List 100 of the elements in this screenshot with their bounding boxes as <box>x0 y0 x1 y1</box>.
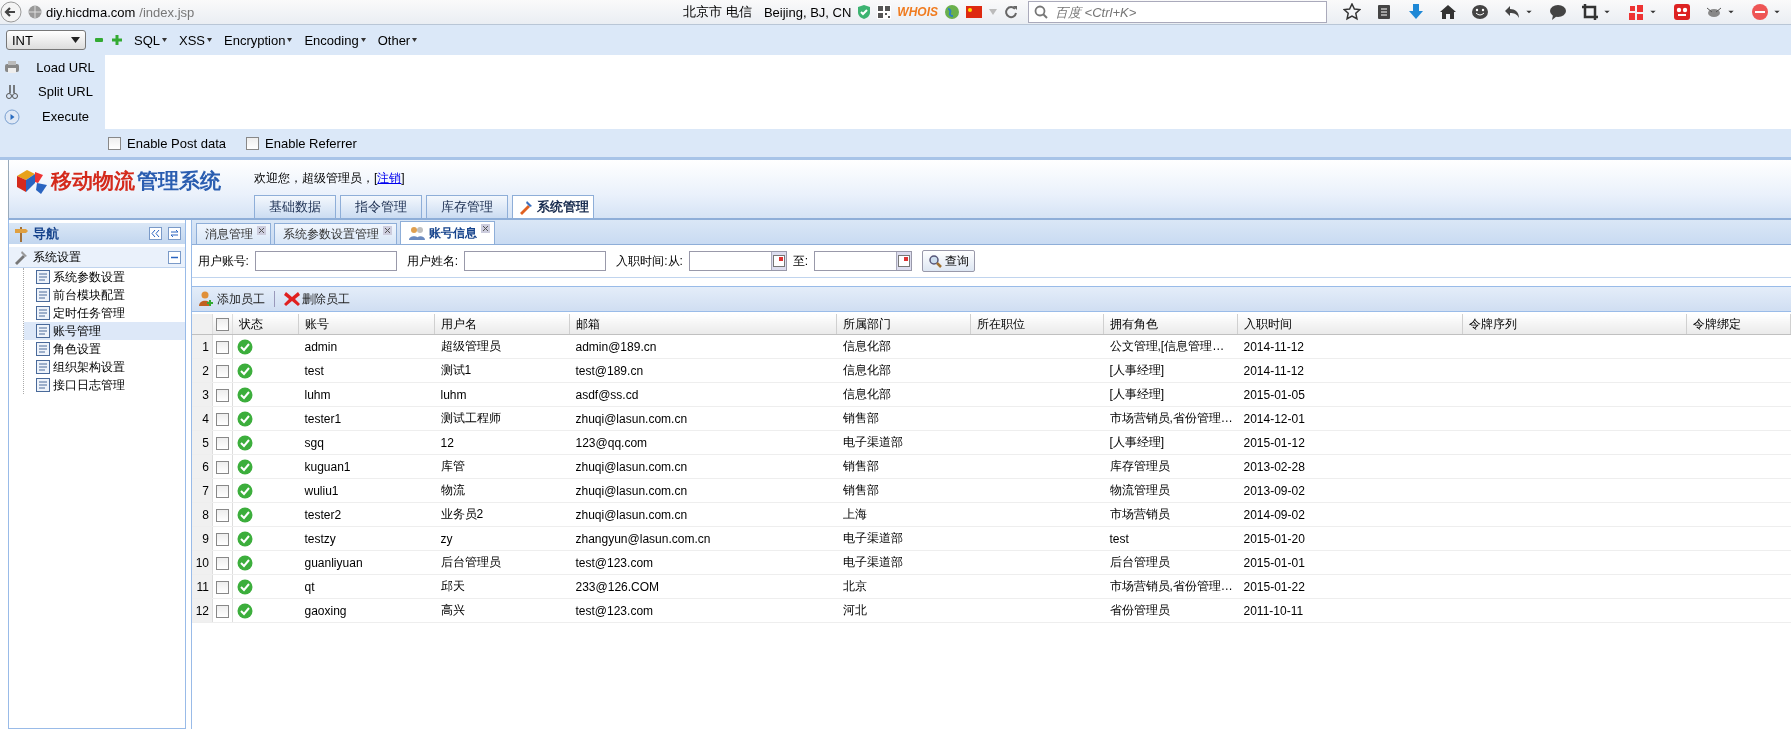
search-field[interactable]: 百度 <Ctrl+K> <box>1028 1 1327 23</box>
tab[interactable]: 系统参数设置管理 <box>273 223 397 244</box>
reload-icon[interactable] <box>1004 5 1018 19</box>
checkbox-label[interactable]: Enable Post data <box>127 135 227 151</box>
column-header[interactable]: 入职时间 <box>1237 314 1463 335</box>
column-header[interactable]: 令牌绑定 <box>1686 314 1791 335</box>
menu-button[interactable]: Other <box>377 32 418 48</box>
row-checkbox[interactable] <box>216 388 229 402</box>
checkbox[interactable] <box>246 136 260 150</box>
action-button[interactable]: Load URL <box>26 57 105 77</box>
column-header[interactable]: 拥有角色 <box>1103 314 1238 335</box>
nav-item[interactable]: 前台模块配置 <box>24 286 185 304</box>
account-field[interactable] <box>254 251 397 271</box>
row-checkbox[interactable] <box>216 580 229 594</box>
list-icon <box>36 324 50 338</box>
logout-link[interactable]: 注销 <box>377 171 402 185</box>
column-header[interactable]: 账号 <box>298 314 435 335</box>
column-header[interactable]: 令牌序列 <box>1462 314 1687 335</box>
top-tab[interactable]: 基础数据 <box>254 195 336 218</box>
menu-button[interactable]: Encoding <box>304 32 366 48</box>
row-checkbox[interactable] <box>216 436 229 450</box>
menu-button[interactable]: SQL <box>134 32 167 48</box>
row-checkbox[interactable] <box>216 340 229 354</box>
table-cell: zhuqi@lasun.com.cn <box>569 502 837 527</box>
table-cell: 库存管理员 <box>1103 454 1238 479</box>
menu-button[interactable]: XSS <box>179 32 213 48</box>
plus-icon[interactable] <box>112 35 122 45</box>
checkbox[interactable] <box>108 136 121 150</box>
clipboard-icon[interactable] <box>1375 3 1393 21</box>
table-cell: luhm <box>298 382 435 407</box>
row-checkbox[interactable] <box>216 484 229 498</box>
close-icon[interactable] <box>480 224 490 233</box>
top-tab[interactable]: 指令管理 <box>340 195 422 218</box>
nav-item[interactable]: 接口日志管理 <box>24 376 185 394</box>
tab[interactable]: 消息管理 <box>195 223 271 244</box>
row-number: 11 <box>191 574 213 599</box>
table-cell: testzy <box>298 526 435 551</box>
row-checkbox[interactable] <box>216 412 229 426</box>
table-cell: zhuqi@lasun.com.cn <box>569 478 837 503</box>
row-checkbox[interactable] <box>216 532 229 546</box>
column-header[interactable]: 所在职位 <box>970 314 1104 335</box>
checkbox-label[interactable]: Enable Referrer <box>265 135 357 151</box>
row-checkbox[interactable] <box>216 556 229 570</box>
close-icon[interactable] <box>256 226 266 235</box>
crop-icon[interactable] <box>1581 3 1599 21</box>
speech-bubble-icon[interactable] <box>1549 3 1567 21</box>
calendar-icon[interactable] <box>898 255 911 267</box>
name-field[interactable] <box>464 251 607 271</box>
row-number: 5 <box>191 430 213 455</box>
users-icon <box>408 226 425 240</box>
nav-item[interactable]: 角色设置 <box>24 340 185 358</box>
toolbar-button[interactable]: 添加员工 <box>195 289 268 309</box>
table-cell: 信息化部 <box>836 382 971 407</box>
home-icon[interactable] <box>1439 3 1457 21</box>
column-header[interactable]: 状态 <box>232 314 299 335</box>
table-cell: 2014-11-12 <box>1237 334 1463 359</box>
date-field[interactable] <box>814 251 913 271</box>
refresh-button[interactable] <box>167 227 181 240</box>
minus-icon[interactable] <box>94 35 104 45</box>
top-tab[interactable]: 库存管理 <box>426 195 508 218</box>
collapse-button[interactable] <box>148 227 162 240</box>
menu-button[interactable]: Encryption <box>224 32 293 48</box>
nav-item[interactable]: 账号管理 <box>24 322 185 340</box>
row-checkbox[interactable] <box>216 604 229 618</box>
row-checkbox[interactable] <box>216 508 229 522</box>
qr-code-icon <box>877 5 892 19</box>
type-dropdown[interactable]: INT <box>6 30 86 50</box>
tab[interactable]: 账号信息 <box>399 221 495 244</box>
nav-item[interactable]: 定时任务管理 <box>24 304 185 322</box>
top-tab[interactable]: 系统管理 <box>512 195 594 218</box>
smiley-icon[interactable] <box>1471 3 1489 21</box>
table-cell: zhangyun@lasun.com.cn <box>569 526 837 551</box>
star-icon[interactable] <box>1343 3 1361 21</box>
date-field[interactable] <box>688 251 787 271</box>
row-checkbox[interactable] <box>216 460 229 474</box>
select-all-checkbox[interactable] <box>216 318 229 332</box>
caret-icon <box>360 38 366 42</box>
row-number: 12 <box>191 598 213 623</box>
row-checkbox[interactable] <box>216 364 229 378</box>
nav-item[interactable]: 系统参数设置 <box>24 268 185 286</box>
action-button[interactable]: Split URL <box>26 82 105 102</box>
back-icon[interactable] <box>0 1 22 23</box>
table-cell: test@189.cn <box>569 358 837 383</box>
column-header[interactable]: 用户名 <box>434 314 570 335</box>
no-entry-icon[interactable] <box>1751 3 1769 21</box>
search-button[interactable]: 查询 <box>922 250 976 272</box>
play-icon <box>4 108 20 125</box>
close-icon[interactable] <box>382 226 392 235</box>
table-cell: asdf@ss.cd <box>569 382 837 407</box>
column-header[interactable]: 邮箱 <box>569 314 837 335</box>
search-icon <box>1034 5 1048 19</box>
face-icon[interactable] <box>1673 3 1691 21</box>
address-bar[interactable]: diy.hicdma.com /index.jsp <box>28 2 672 22</box>
column-header[interactable]: 所属部门 <box>836 314 971 335</box>
calendar-icon[interactable] <box>772 255 785 267</box>
toolbar-button[interactable]: 删除员工 <box>280 289 353 309</box>
collapse-button[interactable] <box>167 250 181 264</box>
download-icon[interactable] <box>1407 3 1425 21</box>
action-button[interactable]: Execute <box>26 107 105 127</box>
nav-item[interactable]: 组织架构设置 <box>24 358 185 376</box>
